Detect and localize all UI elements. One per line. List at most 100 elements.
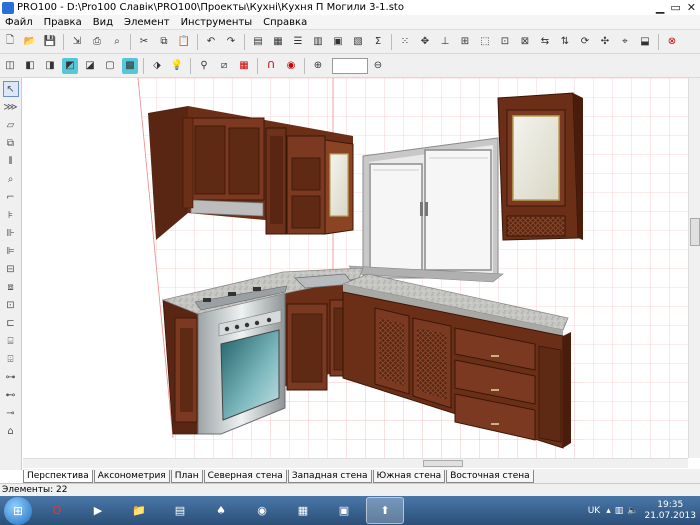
measure-icon[interactable]: ⧄: [216, 58, 232, 74]
corner-icon[interactable]: ⌐: [3, 189, 19, 205]
chrome-icon[interactable]: ◉: [243, 497, 281, 524]
grid-view-icon[interactable]: ▦: [236, 58, 252, 74]
drawer-icon[interactable]: ⊟: [3, 261, 19, 277]
shelf-icon[interactable]: ⫴: [3, 153, 19, 169]
start-button[interactable]: ⊞: [4, 496, 32, 525]
scroll-thumb[interactable]: [423, 460, 463, 467]
leg-icon[interactable]: ⊷: [3, 387, 19, 403]
outline-icon[interactable]: ◪: [82, 58, 98, 74]
grid-icon[interactable]: ⁙: [397, 34, 413, 50]
shaded-icon[interactable]: ◧: [22, 58, 38, 74]
scroll-thumb[interactable]: [690, 218, 700, 246]
move-icon[interactable]: ✥: [417, 34, 433, 50]
minimize-icon[interactable]: ▁: [656, 1, 664, 14]
light-icon[interactable]: 💡: [169, 58, 185, 74]
texture-icon[interactable]: ◩: [62, 57, 78, 74]
tab-plan[interactable]: План: [170, 470, 203, 483]
rotate-icon[interactable]: ⟳: [577, 34, 593, 50]
table-icon[interactable]: ▥: [310, 34, 326, 50]
menu-view[interactable]: Вид: [93, 17, 113, 28]
move-step-icon[interactable]: ✣: [597, 34, 613, 50]
ungroup-icon[interactable]: ⊠: [517, 34, 533, 50]
menu-file[interactable]: Файл: [5, 17, 33, 28]
plinth-icon[interactable]: ⌂: [3, 423, 19, 439]
network-icon[interactable]: ▥: [615, 506, 624, 516]
wireframe-icon[interactable]: ◫: [2, 58, 18, 74]
handle-icon[interactable]: ⊸: [3, 405, 19, 421]
wall-icon[interactable]: ⋙: [3, 99, 19, 115]
group-icon[interactable]: ⊡: [497, 34, 513, 50]
pro100-taskbar-icon[interactable]: ⬆: [366, 497, 404, 524]
align-icon[interactable]: ⊥: [437, 34, 453, 50]
document-icon[interactable]: ▧: [350, 34, 366, 50]
zoom-out-icon[interactable]: ⊖: [370, 58, 386, 74]
front-icon[interactable]: ⊡: [3, 297, 19, 313]
horizontal-scrollbar[interactable]: [23, 458, 688, 468]
redo-icon[interactable]: ↷: [223, 34, 239, 50]
search-icon[interactable]: ⌕: [3, 171, 19, 187]
menu-help[interactable]: Справка: [263, 17, 307, 28]
list-icon[interactable]: ☰: [290, 34, 306, 50]
mirror-icon[interactable]: ⇆: [537, 34, 553, 50]
door-icon[interactable]: ⊫: [3, 243, 19, 259]
realistic-icon[interactable]: ▩: [122, 57, 138, 74]
tab-west-wall[interactable]: Западная стена: [287, 470, 372, 483]
vertical-scrollbar[interactable]: [688, 78, 700, 458]
side-icon[interactable]: ⊏: [3, 315, 19, 331]
tab-perspective[interactable]: Перспектива: [23, 470, 93, 483]
pick-icon[interactable]: ⚲: [196, 58, 212, 74]
tray-arrow-icon[interactable]: ▴: [606, 506, 611, 516]
undo-icon[interactable]: ↶: [203, 34, 219, 50]
close-icon[interactable]: ✕: [687, 1, 696, 14]
hidden-lines-icon[interactable]: ▢: [102, 58, 118, 74]
sum-icon[interactable]: Σ: [370, 34, 386, 50]
archive-icon[interactable]: ▤: [161, 497, 199, 524]
library-icon[interactable]: ▤: [250, 34, 266, 50]
media-player-icon[interactable]: ▶: [79, 497, 117, 524]
hinge-icon[interactable]: ⊪: [3, 225, 19, 241]
3d-viewport[interactable]: [23, 78, 688, 458]
language-indicator[interactable]: UK: [588, 506, 601, 516]
rod-icon[interactable]: ⊶: [3, 369, 19, 385]
maximize-icon[interactable]: ▭: [670, 1, 680, 14]
tab-axonometry[interactable]: Аксонометрия: [93, 470, 170, 483]
tab-east-wall[interactable]: Восточная стена: [446, 470, 534, 483]
calculator-icon[interactable]: ▦: [284, 497, 322, 524]
menu-element[interactable]: Элемент: [124, 17, 170, 28]
sphere-icon[interactable]: ◉: [283, 58, 299, 74]
select-icon[interactable]: ↖: [2, 81, 19, 97]
export-icon[interactable]: ⇲: [69, 34, 85, 50]
dimension-icon[interactable]: ⌖: [617, 34, 633, 50]
menu-tools[interactable]: Инструменты: [181, 17, 253, 28]
clock[interactable]: 19:35 21.07.2013: [644, 500, 696, 522]
edge-icon[interactable]: ⌹: [3, 351, 19, 367]
distribute-icon[interactable]: ⊞: [457, 34, 473, 50]
stop-icon[interactable]: ⊗: [664, 34, 680, 50]
zoom-select[interactable]: [332, 57, 368, 74]
save-icon[interactable]: 💾: [42, 34, 58, 50]
snap-icon[interactable]: ⬚: [477, 34, 493, 50]
zoom-in-icon[interactable]: ⊕: [310, 58, 326, 74]
profile-icon[interactable]: ⌸: [3, 333, 19, 349]
properties-icon[interactable]: ⬓: [637, 34, 653, 50]
copy-icon[interactable]: ⧉: [156, 34, 172, 50]
open-icon[interactable]: 📂: [22, 34, 38, 50]
panel-icon[interactable]: ⧉: [3, 135, 19, 151]
stack-icon[interactable]: ⧈: [3, 279, 19, 295]
tab-north-wall[interactable]: Северная стена: [203, 470, 287, 483]
print-icon[interactable]: ⎙: [89, 34, 105, 50]
layer-icon[interactable]: ⊧: [3, 207, 19, 223]
magnet-icon[interactable]: Ո: [263, 58, 279, 74]
material-icon[interactable]: ⬗: [149, 58, 165, 74]
flip-icon[interactable]: ⇅: [557, 34, 573, 50]
opera-icon[interactable]: O: [38, 497, 76, 524]
cut-icon[interactable]: ✂: [136, 34, 152, 50]
new-icon[interactable]: 🗋: [2, 34, 18, 50]
game-icon[interactable]: ♠: [202, 497, 240, 524]
box-icon[interactable]: ▱: [3, 117, 19, 133]
print-preview-icon[interactable]: ⌕: [109, 34, 125, 50]
paste-icon[interactable]: 📋: [176, 34, 192, 50]
folder-icon[interactable]: 📁: [120, 497, 158, 524]
price-icon[interactable]: ▣: [330, 34, 346, 50]
menu-edit[interactable]: Правка: [44, 17, 82, 28]
